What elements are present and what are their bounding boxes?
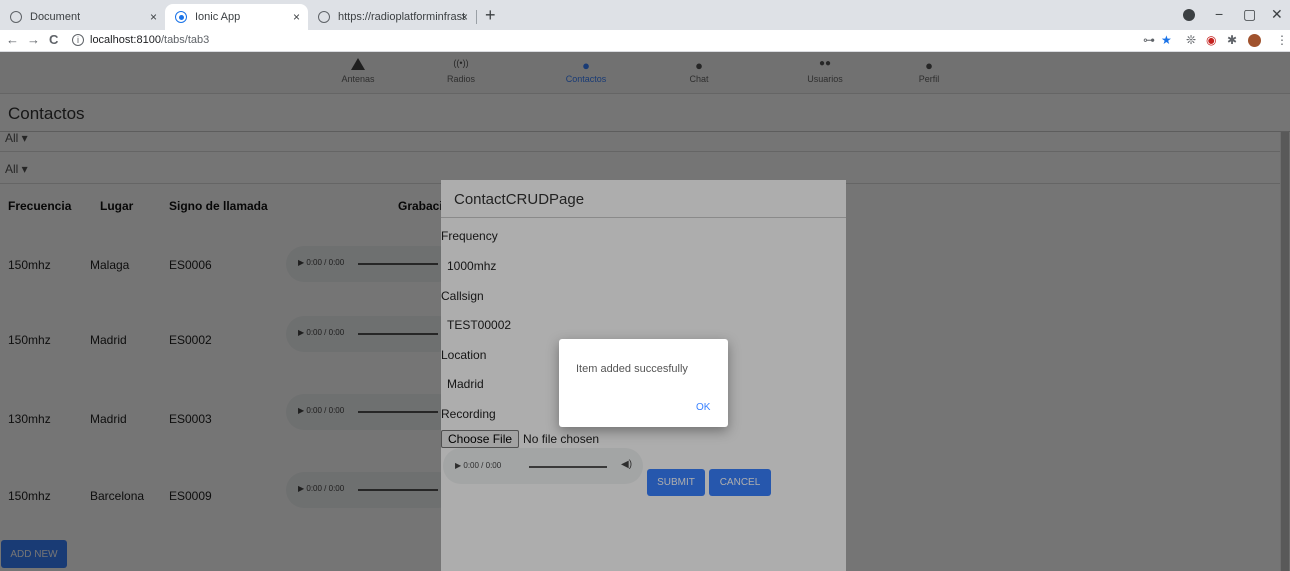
chrome-profile-icon[interactable] <box>1183 9 1195 21</box>
password-key-icon[interactable]: ⊶ <box>1143 33 1155 47</box>
success-alert: Item added succesfully OK <box>559 339 728 427</box>
new-tab-icon[interactable]: + <box>485 5 496 26</box>
ionic-favicon-icon <box>175 11 187 23</box>
close-tab-icon[interactable]: × <box>461 10 468 24</box>
url-path: /tabs/tab3 <box>160 34 210 46</box>
close-tab-icon[interactable]: × <box>293 10 300 24</box>
tab-separator <box>476 10 477 24</box>
browser-tab-radioplatform[interactable]: https://radioplatforminfrastructu × <box>308 4 476 30</box>
puzzle-extension-icon[interactable]: ✱ <box>1227 33 1237 47</box>
browser-tab-label: Ionic App <box>195 11 241 23</box>
close-window-icon[interactable]: ✕ <box>1271 6 1283 23</box>
alert-message: Item added succesfully <box>576 363 688 375</box>
url-field[interactable]: localhost:8100/tabs/tab3 <box>90 34 209 46</box>
info-icon[interactable]: i <box>72 34 84 46</box>
bug-extension-icon[interactable]: ❊ <box>1186 33 1196 47</box>
bookmark-star-icon[interactable]: ★ <box>1161 33 1172 47</box>
browser-tab-label: Document <box>30 11 81 23</box>
maximize-icon[interactable]: ▢ <box>1243 6 1256 23</box>
alert-backdrop[interactable] <box>0 52 1290 571</box>
back-arrow-icon[interactable]: ← <box>6 32 19 47</box>
browser-tab-label: https://radioplatforminfrastructu <box>338 11 466 23</box>
reload-icon[interactable]: C <box>49 32 58 47</box>
ok-button[interactable]: OK <box>696 402 710 413</box>
globe-icon <box>318 11 330 23</box>
browser-tab-document[interactable]: Document × <box>0 4 165 30</box>
user-avatar[interactable] <box>1248 34 1261 47</box>
minimize-icon[interactable]: − <box>1215 6 1223 22</box>
browser-tab-ionic-app[interactable]: Ionic App × <box>165 4 308 30</box>
globe-icon <box>10 11 22 23</box>
close-tab-icon[interactable]: × <box>150 10 157 24</box>
chrome-menu-icon[interactable]: ⋮ <box>1276 33 1288 47</box>
angular-extension-icon[interactable]: ◉ <box>1206 33 1216 47</box>
browser-tab-bar: Document × Ionic App × https://radioplat… <box>0 0 1290 30</box>
forward-arrow-icon[interactable]: → <box>27 32 40 47</box>
address-bar: ← → C i localhost:8100/tabs/tab3 ⊶ ★ ❊ ◉… <box>0 30 1290 52</box>
url-host: localhost:8100 <box>90 34 161 46</box>
